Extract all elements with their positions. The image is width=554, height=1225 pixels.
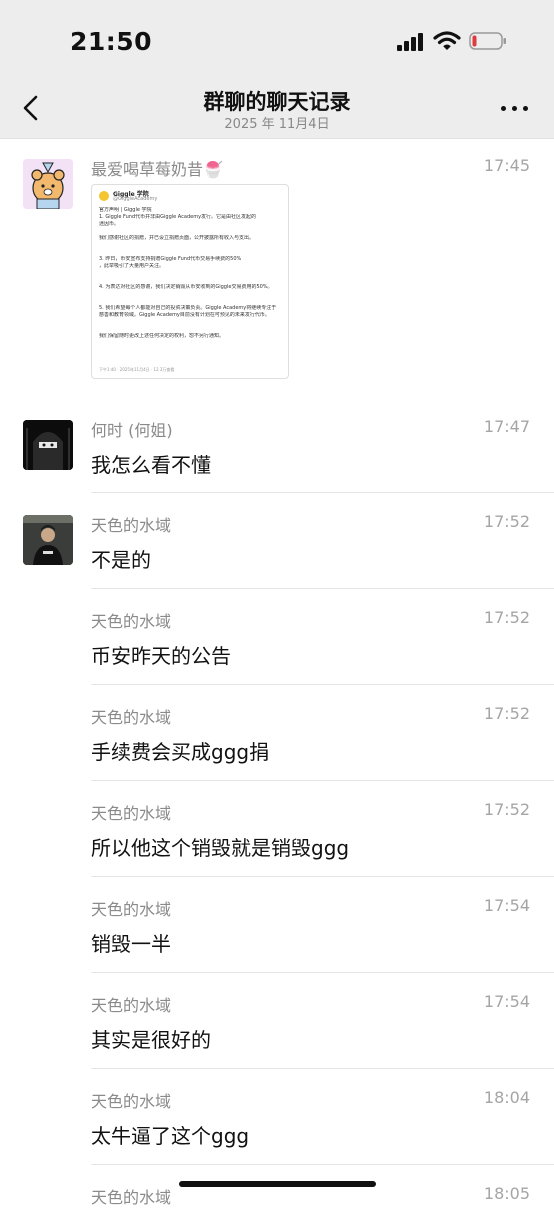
message-time: 17:45 <box>483 156 530 175</box>
sender-name: 天色的水域 <box>91 996 172 1015</box>
card-line: 1. Giggle Fund代币并非由Giggle Academy发行。它是由社… <box>99 214 257 220</box>
home-indicator[interactable] <box>179 1181 376 1187</box>
sender-name: 天色的水域 <box>91 612 172 631</box>
avatar[interactable] <box>23 420 73 470</box>
dark-figure-avatar-image <box>23 420 73 470</box>
message-time: 17:54 <box>483 896 530 915</box>
message-time: 18:05 <box>483 1184 530 1203</box>
card-account-handle: @GiggleAcademy <box>113 196 158 202</box>
message-item: 天色的水域 17:54 其实是很好的 <box>0 973 554 1069</box>
sender-name: 天色的水域 <box>91 804 172 823</box>
giggle-logo-icon <box>99 191 109 201</box>
message-time: 17:52 <box>483 608 530 627</box>
message-item: 天色的水域 17:52 手续费会买成ggg捐 <box>0 685 554 781</box>
message-text: 太牛逼了这个ggg <box>91 1124 250 1148</box>
message-item: 天色的水域 17:52 币安昨天的公告 <box>0 589 554 685</box>
more-button[interactable] <box>498 94 532 122</box>
card-heading: 官方声明 | Giggle 学院 <box>99 207 152 213</box>
message-text: 其实是很好的 <box>91 1028 211 1052</box>
signal-icon <box>397 33 423 51</box>
status-time: 21:50 <box>70 27 153 56</box>
avatar[interactable] <box>23 159 73 209</box>
sender-name: 天色的水域 <box>91 708 172 727</box>
person-photo-avatar-image <box>23 515 73 565</box>
message-text: 销毁一半 <box>91 932 171 956</box>
avatar[interactable] <box>23 515 73 565</box>
card-line: 迷因币。 <box>99 221 120 227</box>
card-line: 我们保留随时更改上述任何决定的权利，恕不另行通知。 <box>99 333 225 339</box>
message-text: 所以他这个销毁就是销毁ggg <box>91 836 350 860</box>
message-time: 17:52 <box>483 800 530 819</box>
sender-name: 何时 (何姐) <box>91 421 173 440</box>
cartoon-bear-avatar-image <box>23 159 73 209</box>
message-time: 18:04 <box>483 1088 530 1107</box>
page-title: 群聊的聊天记录 <box>203 90 351 114</box>
card-line: 慈善和教育领域。Giggle Academy目前没有计划在可预见的未来发行代币。 <box>99 312 270 318</box>
card-line: 我们感谢社区的捐赠，并已设立捐赠页面，公开披露所有收入与支出。 <box>99 235 255 241</box>
message-item: 天色的水域 17:52 不是的 <box>0 493 554 589</box>
card-line: 5. 我们希望每个人都能对自己的投资决策负责。Giggle Academy将继续… <box>99 305 277 311</box>
sender-name: 天色的水域 <box>91 1188 172 1207</box>
sender-name: 天色的水域 <box>91 900 172 919</box>
message-item: 天色的水域 17:52 所以他这个销毁就是销毁ggg <box>0 781 554 877</box>
card-body: 官方声明 | Giggle 学院 1. Giggle Fund代币并非由Gigg… <box>99 207 281 340</box>
card-line: 3. 昨日，币安宣布支持捐赠Giggle Fund代币交易手续费的50% <box>99 256 242 262</box>
shared-image-card[interactable]: Giggle 学院 @GiggleAcademy 官方声明 | Giggle 学… <box>91 184 289 379</box>
message-time: 17:52 <box>483 512 530 531</box>
message-time: 17:52 <box>483 704 530 723</box>
message-text: 不是的 <box>91 548 151 572</box>
chat-history: 最爱喝草莓奶昔🍧 17:45 Giggle 学院 @GiggleAcademy … <box>0 139 554 1225</box>
nav-bar: 群聊的聊天记录 2025 年 11月4日 <box>0 80 554 139</box>
sender-name: 最爱喝草莓奶昔🍧 <box>91 160 223 179</box>
card-line: 4. 为表达对社区的感谢，我们决定销毁从币安收到的Giggle交易费用的50%。 <box>99 284 273 290</box>
message-item: 何时 (何姐) 17:47 我怎么看不懂 <box>0 387 554 493</box>
wifi-icon <box>433 31 461 50</box>
status-bar: 21:50 <box>0 0 554 80</box>
battery-icon <box>469 32 506 50</box>
card-line: ，此举吸引了大量用户关注。 <box>99 263 165 269</box>
message-item: 最爱喝草莓奶昔🍧 17:45 Giggle 学院 @GiggleAcademy … <box>0 139 554 387</box>
page-subtitle: 2025 年 11月4日 <box>224 117 330 132</box>
message-item: 天色的水域 18:05 <box>0 1165 554 1225</box>
message-text: 币安昨天的公告 <box>91 644 231 668</box>
message-item: 天色的水域 18:04 太牛逼了这个ggg <box>0 1069 554 1165</box>
card-footer: 下午1:40 · 2025年11月4日 · 12.3万查看 <box>99 367 175 372</box>
message-time: 17:47 <box>483 417 530 436</box>
sender-name: 天色的水域 <box>91 1092 172 1111</box>
sender-name: 天色的水域 <box>91 516 172 535</box>
message-time: 17:54 <box>483 992 530 1011</box>
message-text: 手续费会买成ggg捐 <box>91 740 270 764</box>
message-item: 天色的水域 17:54 销毁一半 <box>0 877 554 973</box>
message-text: 我怎么看不懂 <box>91 453 211 477</box>
